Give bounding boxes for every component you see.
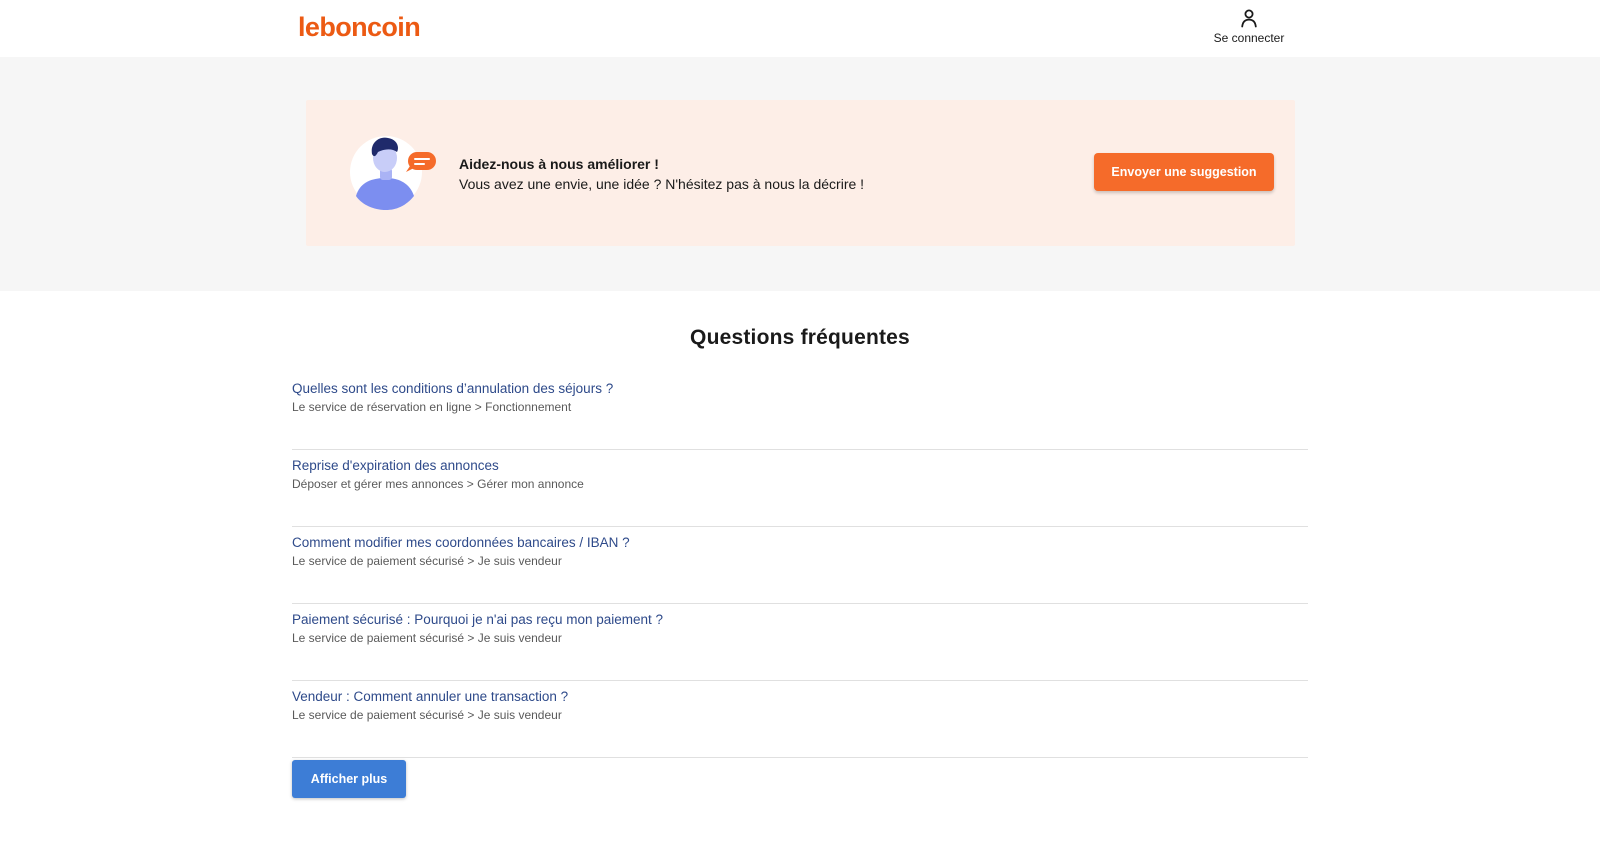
faq-category-path: Le service de paiement sécurisé > Je sui… (292, 631, 562, 645)
login-label: Se connecter (1213, 31, 1285, 45)
suggestion-subtitle: Vous avez une envie, une idée ? N'hésite… (459, 176, 865, 192)
faq-item: Vendeur : Comment annuler une transactio… (292, 681, 1308, 758)
person-speech-bubble-illustration (350, 136, 436, 210)
faq-category-path: Déposer et gérer mes annonces > Gérer mo… (292, 477, 584, 491)
faq-category-path: Le service de réservation en ligne > Fon… (292, 400, 572, 414)
faq-item: Reprise d'expiration des annonces Dépose… (292, 450, 1308, 527)
send-suggestion-button[interactable]: Envoyer une suggestion (1094, 153, 1274, 191)
leboncoin-logo[interactable]: leboncoin (298, 12, 421, 43)
login-button[interactable]: Se connecter (1205, 8, 1293, 45)
faq-question-link[interactable]: Paiement sécurisé : Pourquoi je n'ai pas… (292, 610, 1308, 629)
faq-title: Questions fréquentes (690, 326, 910, 349)
show-more-button[interactable]: Afficher plus (292, 760, 406, 798)
top-header: leboncoin Se connecter (0, 0, 1600, 57)
faq-item: Comment modifier mes coordonnées bancair… (292, 527, 1308, 604)
user-icon (1241, 9, 1257, 28)
faq-question-link[interactable]: Vendeur : Comment annuler une transactio… (292, 687, 1308, 706)
suggestion-card: Aidez-nous à nous améliorer ! Vous avez … (306, 100, 1295, 246)
suggestion-text: Aidez-nous à nous améliorer ! Vous avez … (459, 154, 864, 194)
faq-item: Quelles sont les conditions d’annulation… (292, 373, 1308, 450)
faq-section: Questions fréquentes Quelles sont les co… (0, 291, 1600, 798)
faq-question-link[interactable]: Reprise d'expiration des annonces (292, 456, 1308, 475)
suggestion-title: Aidez-nous à nous améliorer ! (459, 156, 659, 172)
faq-category-path: Le service de paiement sécurisé > Je sui… (292, 554, 562, 568)
suggestion-band: Aidez-nous à nous améliorer ! Vous avez … (0, 57, 1600, 291)
faq-item: Paiement sécurisé : Pourquoi je n'ai pas… (292, 604, 1308, 681)
faq-question-link[interactable]: Quelles sont les conditions d’annulation… (292, 379, 1308, 398)
faq-category-path: Le service de paiement sécurisé > Je sui… (292, 708, 562, 722)
faq-question-link[interactable]: Comment modifier mes coordonnées bancair… (292, 533, 1308, 552)
faq-list: Quelles sont les conditions d’annulation… (292, 373, 1308, 758)
